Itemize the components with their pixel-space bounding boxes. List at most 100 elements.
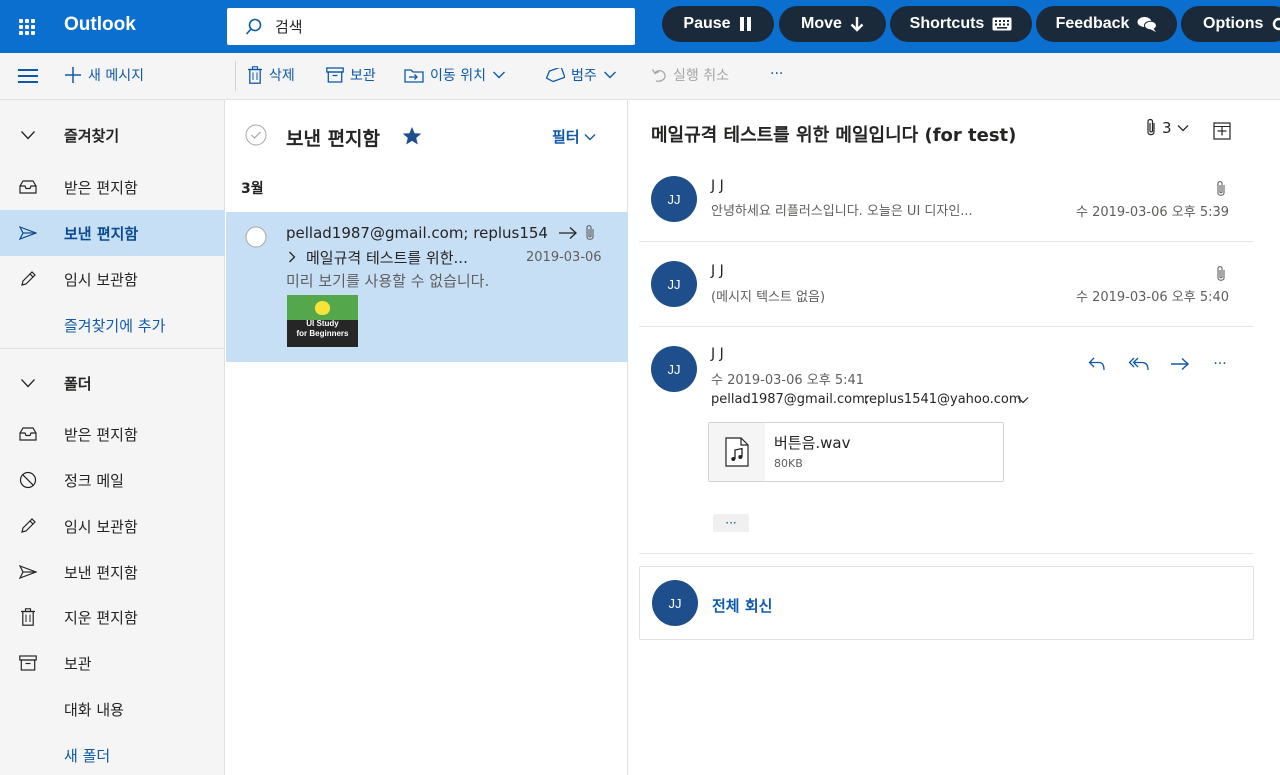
search-box[interactable] [227,8,635,45]
attachment-size: 80KB [774,457,803,470]
more-icon: ··· [1213,356,1227,372]
reply-all-button[interactable] [1121,348,1157,380]
sidebar-item-label: 임시 보관함 [64,270,138,289]
recipient-2[interactable]: replus1541@yahoo.com [864,392,1022,407]
attachment-icon [586,225,594,240]
sidebar-item-label: 보낸 편지함 [64,563,138,582]
message-list-header: 보낸 편지함 필터 [226,100,628,170]
move-label: Move [801,15,842,32]
chick-icon [315,301,330,315]
message-item[interactable]: pellad1987@gmail.com; replus1541( 메일규격 테… [226,212,628,362]
forward-button[interactable] [1162,348,1198,380]
hamburger-icon[interactable] [18,69,38,87]
reply-icon [1088,357,1105,371]
sidebar-item-conversation-history[interactable]: 대화 내용 [0,686,225,732]
undo-button[interactable]: 실행 취소 [651,65,729,85]
attachments-dropdown[interactable]: 3 [1145,118,1189,138]
show-more-button[interactable]: ··· [713,514,749,532]
message-date: 수 2019-03-06 오후 5:39 [1076,205,1230,220]
reply-button[interactable] [1079,348,1115,380]
expand-chevron-icon[interactable] [288,251,296,263]
feedback-label: Feedback [1055,15,1130,32]
feedback-button[interactable]: Feedback [1036,6,1177,42]
file-icon-box [709,423,765,481]
new-folder-link[interactable]: 새 폴더 [0,732,225,775]
waffle-icon [18,18,35,35]
block-icon [18,470,38,490]
options-button[interactable]: Options [1181,6,1280,42]
sidebar-item-archive[interactable]: 보관 [0,640,225,686]
chevron-down-icon [603,71,616,79]
pause-button[interactable]: Pause [662,6,774,42]
command-divider [235,61,236,91]
message-checkbox[interactable] [245,226,267,248]
keyboard-icon [992,17,1012,31]
delete-button[interactable]: 삭제 [247,65,295,85]
message-recipients: pellad1987@gmail.com; replus1541( [286,224,548,242]
sidebar-item-sent[interactable]: 보낸 편지함 [0,549,225,595]
command-bar: 새 메시지 삭제 보관 이동 위치 범주 실행 취소 ··· [0,53,1280,100]
send-icon [18,223,38,243]
categorize-button[interactable]: 범주 [545,65,617,85]
message-date: 수 2019-03-06 오후 5:41 [711,373,865,388]
sidebar-item-drafts[interactable]: 임시 보관함 [0,503,225,549]
sidebar-item-favorites-sent[interactable]: 보낸 편지함 [0,210,225,256]
sidebar-item-label: 받은 편지함 [64,425,138,444]
sender-name: J J [711,263,724,279]
recipient-1[interactable]: pellad1987@gmail.com; [711,392,869,407]
sidebar-item-inbox[interactable]: 받은 편지함 [0,411,225,457]
select-all-checkbox[interactable] [245,124,267,146]
chevron-down-icon[interactable] [18,125,38,145]
add-to-favorites-link[interactable]: 즐겨찾기에 추가 [0,302,225,348]
pencil-icon [18,269,38,289]
sidebar-item-favorites-drafts[interactable]: 임시 보관함 [0,256,225,302]
avatar: JJ [651,346,697,392]
search-icon [245,18,262,35]
app-launcher-button[interactable] [0,0,53,53]
options-label: Options [1203,15,1264,32]
chevron-down-icon[interactable] [18,373,38,393]
search-input[interactable] [275,17,605,36]
sidebar-item-junk[interactable]: 정크 메일 [0,457,225,503]
favorite-star-icon[interactable] [402,126,422,146]
more-commands-button[interactable]: ··· [770,66,783,82]
avatar: JJ [651,261,697,307]
message-card-2[interactable]: JJ J J (메시지 텍스트 없음) 수 2019-03-06 오후 5:40 [639,251,1254,327]
avatar: JJ [651,176,697,222]
more-actions-button[interactable]: ··· [1202,348,1238,380]
shortcuts-label: Shortcuts [909,15,985,32]
attachment-icon [1217,181,1225,196]
archive-label: 보관 [350,68,376,84]
sidebar-item-favorites-inbox[interactable]: 받은 편지함 [0,164,225,210]
thumbnail-caption-line1: UI Study [306,319,339,328]
inbox-icon [18,177,38,197]
reply-all-bar[interactable]: JJ 전체 회신 [639,566,1254,640]
sidebar-divider [0,348,225,349]
open-new-window-icon[interactable] [1213,122,1231,140]
sidebar-item-label: 받은 편지함 [64,178,138,197]
app-title[interactable]: Outlook [64,14,136,36]
shortcuts-button[interactable]: Shortcuts [890,6,1032,42]
attachment-card[interactable]: 버튼음.wav 80KB [708,422,1004,482]
reading-pane: 메일규격 테스트를 위한 메일입니다 (for test) 3 JJ J J 안… [629,100,1280,775]
chat-icon [1137,17,1158,32]
chevron-down-icon [1177,125,1189,132]
message-card-1[interactable]: JJ J J 안녕하세요 리플러스입니다. 오늘은 UI 디자인... 수 20… [639,166,1254,242]
categorize-label: 범주 [571,68,597,84]
move-to-button[interactable]: 이동 위치 [404,65,506,85]
archive-button[interactable]: 보관 [326,65,376,85]
message-list: 보낸 편지함 필터 3월 pellad1987@gmail.com; replu… [226,100,628,775]
favorites-header[interactable]: 즐겨찾기 [0,112,225,158]
message-snippet: 안녕하세요 리플러스입니다. 오늘은 UI 디자인... [711,204,973,219]
sender-name[interactable]: J J [711,346,724,362]
sidebar-item-deleted[interactable]: 지운 편지함 [0,594,225,640]
attachment-thumbnail[interactable]: UI Study for Beginners [287,295,358,347]
move-button[interactable]: Move [779,6,886,42]
plus-icon [65,67,81,83]
chevron-down-icon[interactable] [1017,396,1029,404]
trash-icon [248,66,262,84]
new-message-button[interactable]: 새 메시지 [64,65,144,85]
folders-header[interactable]: 폴더 [0,360,225,406]
filter-button[interactable]: 필터 [552,126,596,147]
sidebar-item-label: 보관 [64,654,92,673]
